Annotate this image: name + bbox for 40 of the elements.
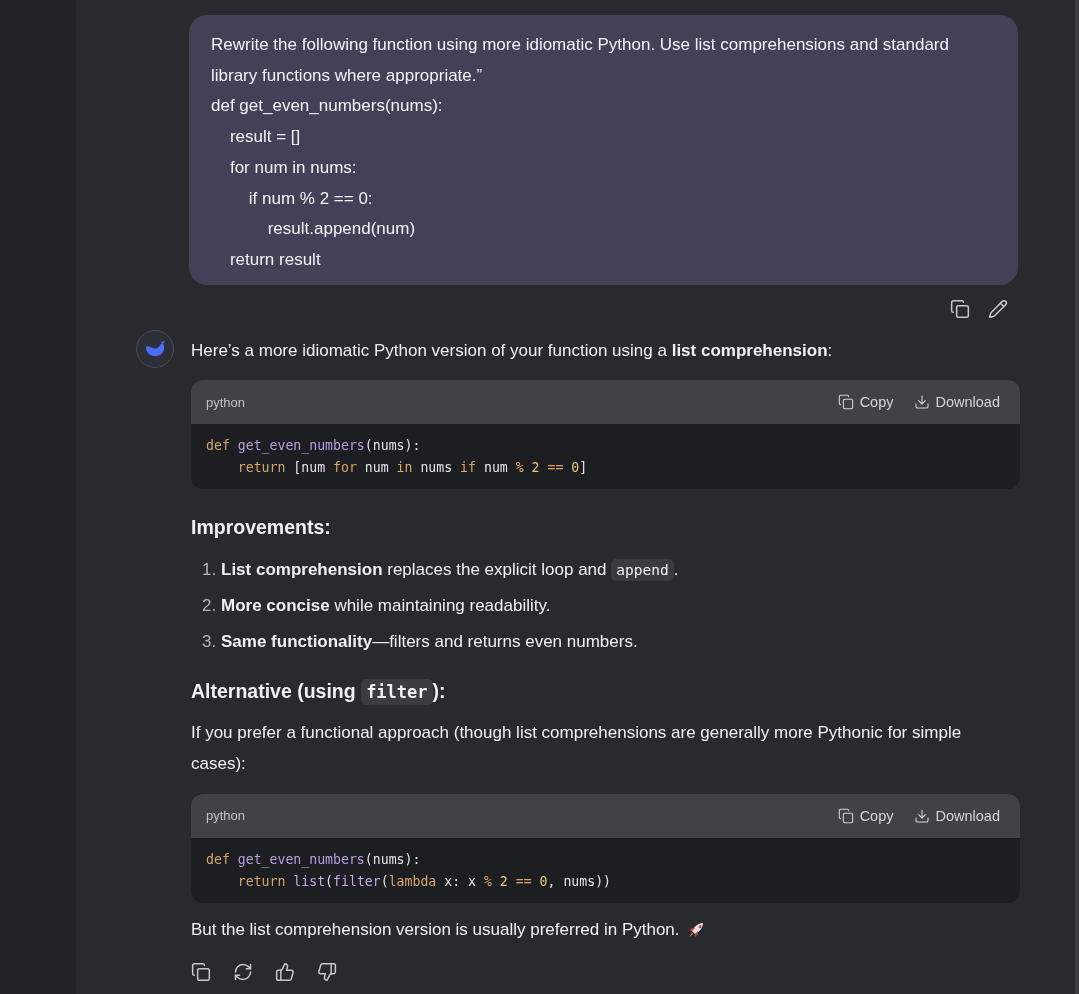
- list-item-text: Same functionality—filters and returns even numbers.: [221, 630, 638, 653]
- thumbs-up-icon[interactable]: [275, 961, 295, 982]
- message-line: result.append(num): [266, 218, 417, 241]
- section-heading: Alternative (using filter ):: [191, 680, 446, 703]
- copy-button[interactable]: Copy: [837, 807, 894, 824]
- download-icon: [913, 394, 930, 411]
- download-button[interactable]: Download: [913, 807, 1000, 824]
- message-line: for num in nums:: [228, 156, 358, 179]
- download-icon: [913, 807, 930, 824]
- copy-icon: [837, 394, 854, 411]
- list-item-text: List comprehension replaces the explicit loop and append .: [221, 558, 679, 584]
- inline-code: append: [611, 559, 674, 582]
- list-item-text: More concise while maintaining readability.: [221, 595, 551, 618]
- copy-icon[interactable]: [950, 298, 970, 319]
- list-number: 1.: [202, 559, 218, 582]
- paragraph: If you prefer a functional approach (though list comprehensions are generally more Pythonic for simple cases):: [191, 722, 963, 776]
- copy-icon: [837, 807, 854, 824]
- message-line: return result: [228, 248, 322, 271]
- edit-icon[interactable]: [988, 298, 1008, 319]
- section-heading: Improvements:: [191, 515, 332, 541]
- list-number: 2.: [202, 595, 218, 618]
- code-line: return [num for num in nums if num % 2 == 0]: [236, 459, 589, 478]
- code-line: def get_even_numbers(nums):: [206, 850, 422, 870]
- download-button[interactable]: Download: [913, 394, 1000, 411]
- inline-code: filter: [361, 679, 433, 706]
- message-line: if num % 2 == 0:: [247, 187, 374, 210]
- code-line: def get_even_numbers(nums):: [206, 437, 422, 456]
- list-number: 3.: [202, 630, 218, 653]
- regenerate-icon[interactable]: [233, 961, 253, 982]
- message-line: Rewrite the following function using more idiomatic Python. Use list comprehensions and standard library functions where appropriate.”: [211, 34, 950, 87]
- code-language: python: [206, 394, 247, 410]
- code-language: python: [206, 808, 247, 824]
- copy-button[interactable]: Copy: [837, 394, 894, 411]
- closing-text: But the list comprehension version is usually preferred in Python.: [191, 918, 680, 941]
- copy-icon[interactable]: [191, 961, 211, 982]
- thumbs-down-icon[interactable]: [317, 961, 337, 982]
- message-line: result = []: [228, 126, 302, 149]
- code-line: return list(filter(lambda x: x % 2 == 0, nums)): [236, 872, 613, 891]
- message-line: def get_even_numbers(nums):: [211, 95, 444, 118]
- answer-intro: Here’s a more idiomatic Python version of your function using a list comprehension:: [191, 339, 834, 362]
